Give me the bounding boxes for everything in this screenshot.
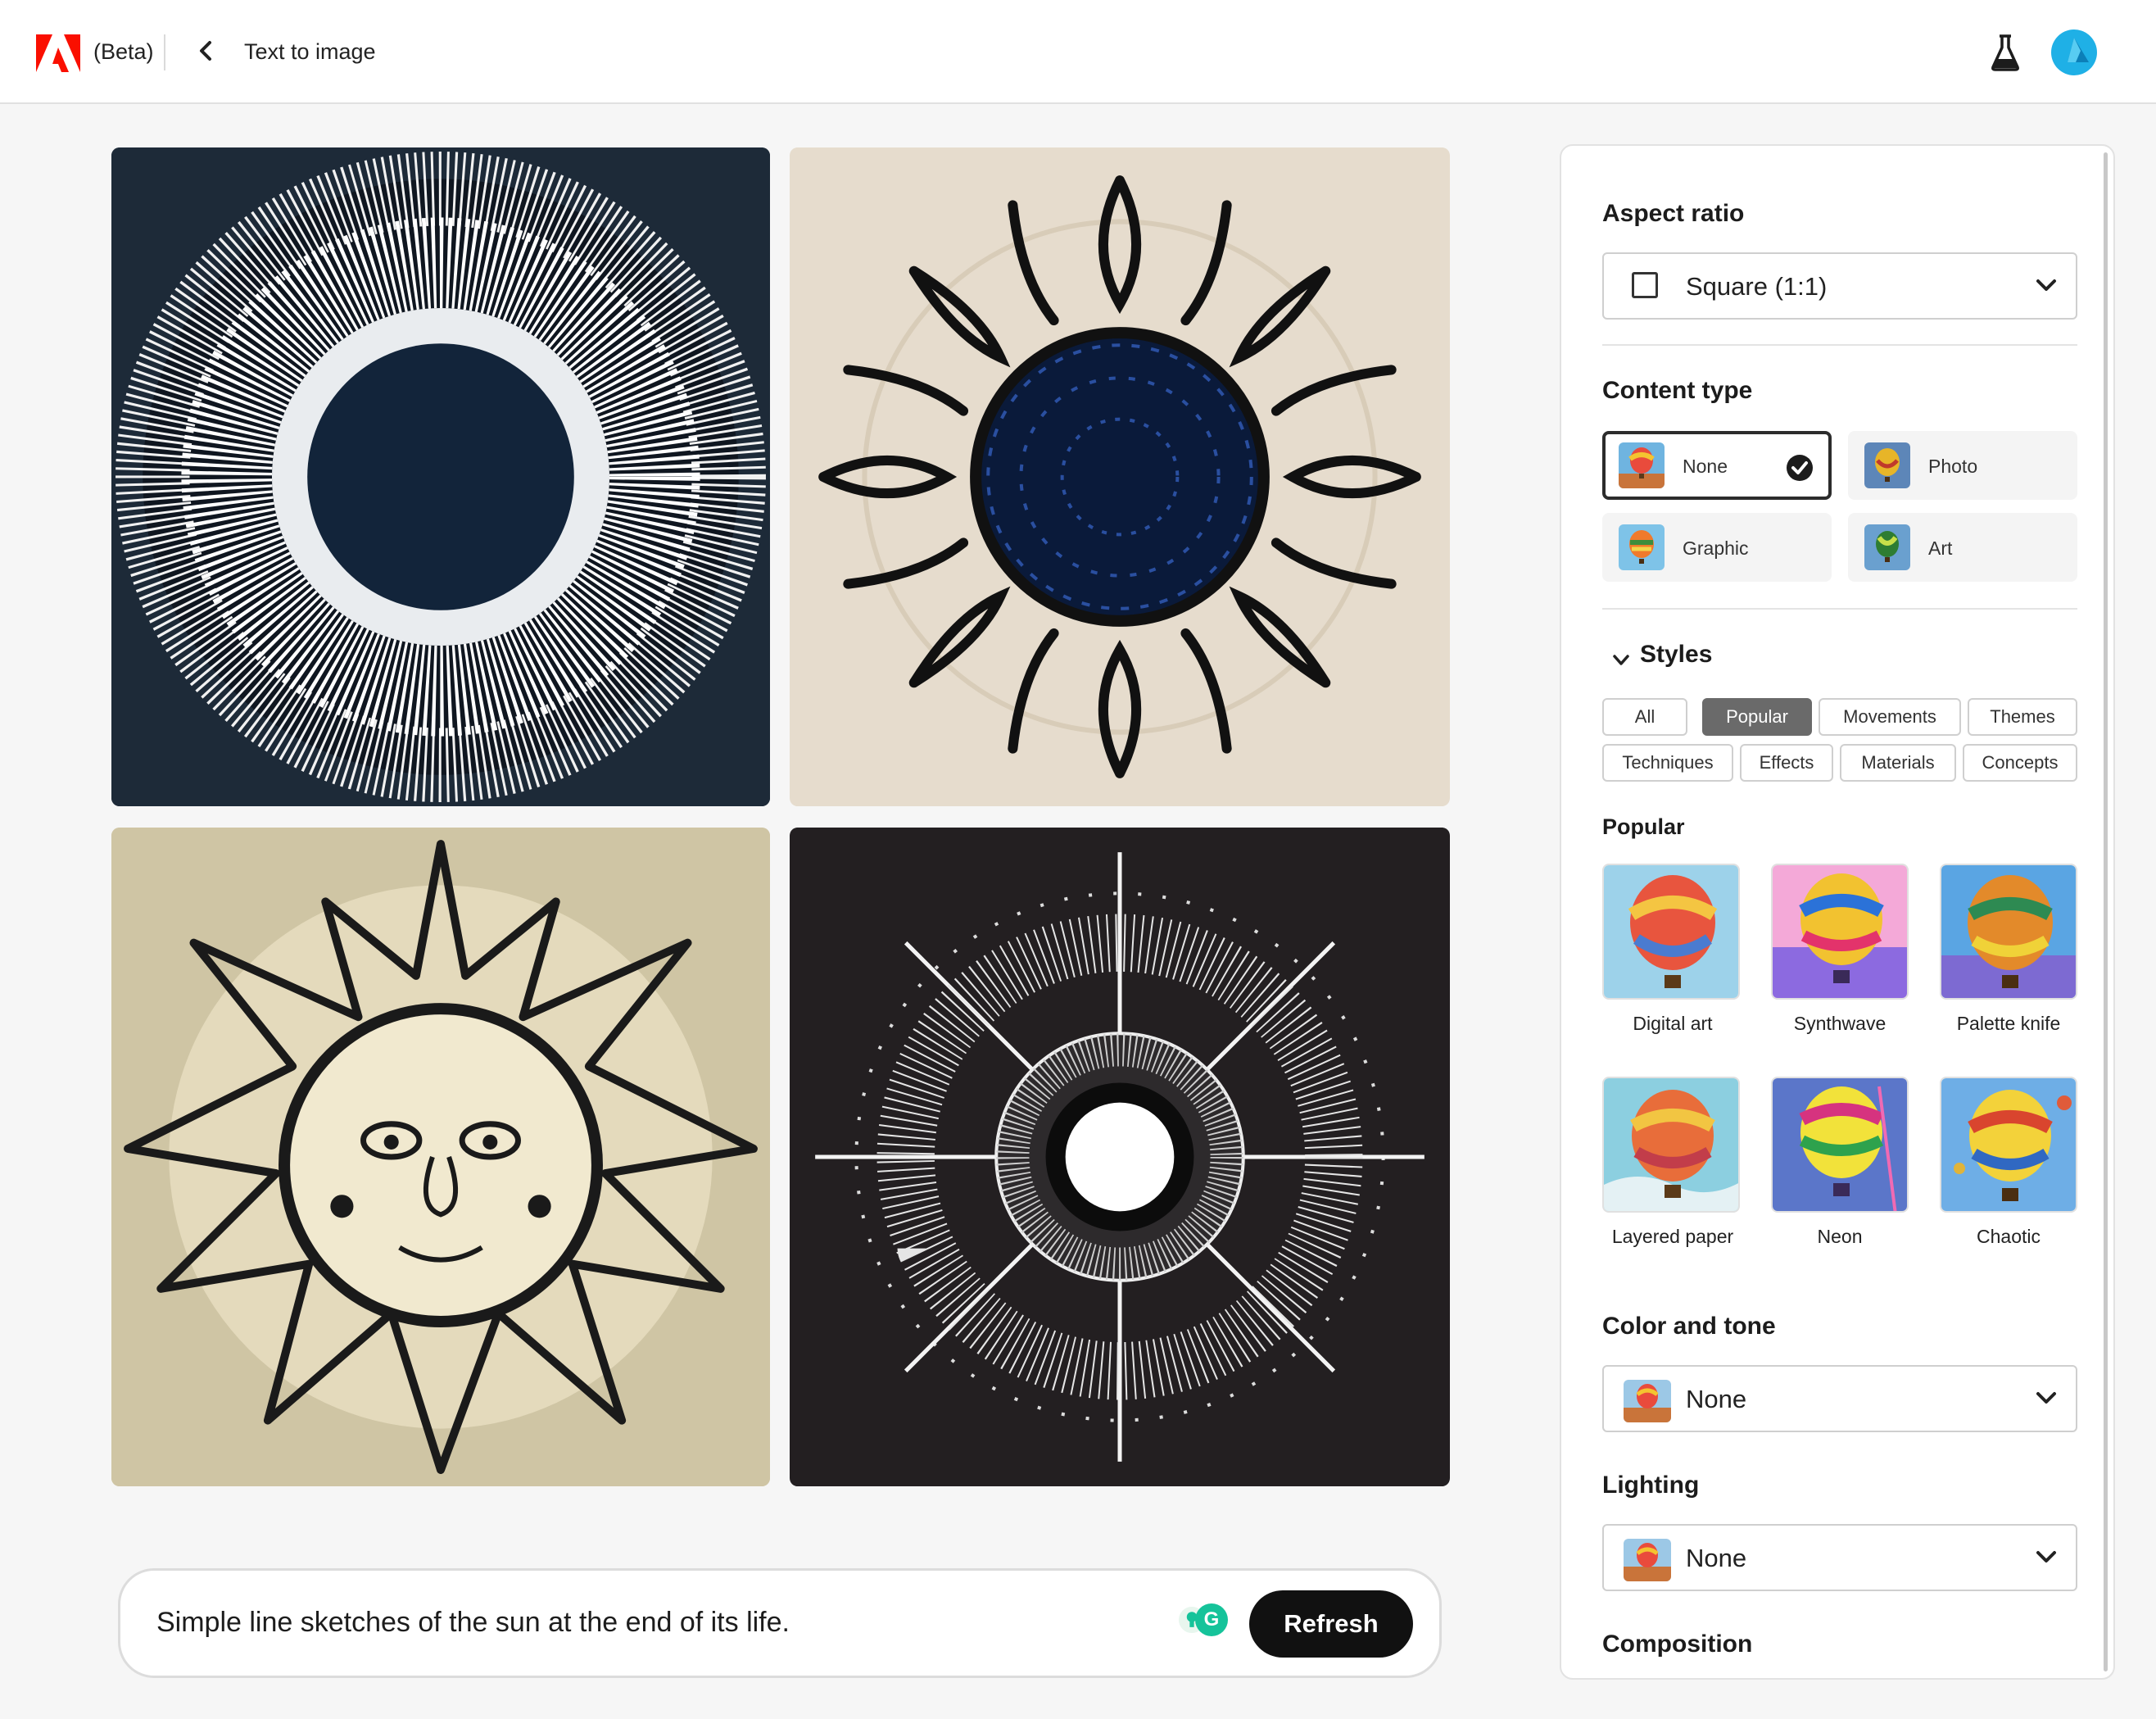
chevron-down-icon bbox=[2036, 1551, 2056, 1563]
balloon-thumb bbox=[1619, 442, 1665, 488]
content-type-label: Graphic bbox=[1683, 537, 1749, 559]
generated-image-3[interactable] bbox=[111, 828, 770, 1486]
settings-panel: Aspect ratio Square (1:1) Content type N… bbox=[1560, 144, 2115, 1680]
aspect-ratio-heading: Aspect ratio bbox=[1602, 200, 1745, 227]
filter-movements[interactable]: Movements bbox=[1819, 698, 1961, 736]
sun-ring-sketch bbox=[111, 147, 770, 806]
style-label: Palette knife bbox=[1956, 1013, 2061, 1034]
sun-white-line-sketch bbox=[790, 828, 1449, 1486]
aspect-ratio-dropdown[interactable]: Square (1:1) bbox=[1602, 252, 2077, 320]
panel-scrollbar[interactable] bbox=[2104, 152, 2108, 1671]
generated-image-2[interactable] bbox=[790, 147, 1450, 806]
filter-concepts[interactable]: Concepts bbox=[1963, 744, 2077, 782]
style-label: Layered paper bbox=[1611, 1226, 1734, 1247]
styles-heading[interactable]: Styles bbox=[1640, 641, 1712, 669]
grammarly-icon[interactable]: G bbox=[1195, 1603, 1228, 1636]
content-type-art[interactable]: Art bbox=[1848, 513, 2077, 582]
style-layered-paper[interactable] bbox=[1602, 1077, 1740, 1213]
style-palette-knife[interactable] bbox=[1940, 864, 2077, 1000]
content-type-label: None bbox=[1683, 456, 1728, 477]
content-type-heading: Content type bbox=[1602, 377, 1753, 404]
checkmark-icon bbox=[1787, 455, 1813, 481]
composition-heading: Composition bbox=[1602, 1631, 1753, 1658]
style-synthwave[interactable] bbox=[1771, 864, 1909, 1000]
balloon-thumb bbox=[1624, 1380, 1671, 1422]
back-chevron-icon[interactable] bbox=[195, 36, 215, 66]
content-type-label: Photo bbox=[1928, 456, 1978, 477]
content-type-label: Art bbox=[1928, 537, 1953, 559]
sun-flame-sketch bbox=[790, 147, 1449, 806]
filter-materials[interactable]: Materials bbox=[1840, 744, 1956, 782]
balloon-thumb bbox=[1864, 442, 1910, 488]
filter-themes[interactable]: Themes bbox=[1968, 698, 2077, 736]
color-tone-heading: Color and tone bbox=[1602, 1313, 1776, 1340]
square-ratio-icon bbox=[1632, 272, 1658, 298]
top-bar: (Beta) Text to image bbox=[0, 0, 2156, 104]
beta-label: (Beta) bbox=[93, 39, 154, 64]
divider bbox=[1602, 608, 2077, 610]
style-label: Digital art bbox=[1633, 1013, 1713, 1034]
aspect-ratio-value: Square (1:1) bbox=[1686, 272, 1828, 301]
popular-heading: Popular bbox=[1602, 814, 1685, 839]
chevron-down-icon bbox=[2036, 1392, 2056, 1404]
sun-face-sketch bbox=[111, 828, 770, 1486]
refresh-button[interactable]: Refresh bbox=[1249, 1590, 1413, 1658]
balloon-thumb bbox=[1624, 1539, 1671, 1581]
prompt-bar: Simple line sketches of the sun at the e… bbox=[118, 1568, 1442, 1678]
generated-image-4[interactable] bbox=[790, 828, 1450, 1486]
style-label: Chaotic bbox=[1977, 1226, 2040, 1247]
lighting-value: None bbox=[1686, 1544, 1747, 1572]
adobe-logo[interactable] bbox=[36, 34, 80, 72]
style-neon[interactable] bbox=[1771, 1077, 1909, 1213]
filter-effects[interactable]: Effects bbox=[1740, 744, 1833, 782]
content-type-graphic[interactable]: Graphic bbox=[1602, 513, 1832, 582]
filter-popular[interactable]: Popular bbox=[1702, 698, 1812, 736]
style-digital-art[interactable] bbox=[1602, 864, 1740, 1000]
balloon-thumb bbox=[1619, 524, 1665, 570]
breadcrumb-title: Text to image bbox=[244, 39, 376, 64]
filter-techniques[interactable]: Techniques bbox=[1602, 744, 1733, 782]
lighting-heading: Lighting bbox=[1602, 1472, 1700, 1499]
header-divider bbox=[164, 34, 165, 70]
content-type-photo[interactable]: Photo bbox=[1848, 431, 2077, 500]
flask-icon[interactable] bbox=[1991, 33, 2020, 72]
color-tone-dropdown[interactable]: None bbox=[1602, 1365, 2077, 1432]
avatar[interactable] bbox=[2051, 29, 2097, 75]
filter-all[interactable]: All bbox=[1602, 698, 1687, 736]
chevron-down-icon bbox=[2036, 279, 2056, 291]
style-label: Neon bbox=[1817, 1226, 1863, 1247]
style-label: Synthwave bbox=[1793, 1013, 1886, 1034]
chevron-down-icon[interactable] bbox=[1612, 654, 1630, 667]
prompt-input[interactable]: Simple line sketches of the sun at the e… bbox=[156, 1607, 790, 1639]
lighting-dropdown[interactable]: None bbox=[1602, 1524, 2077, 1591]
divider bbox=[1602, 344, 2077, 346]
content-type-none[interactable]: None bbox=[1602, 431, 1832, 500]
balloon-thumb bbox=[1864, 524, 1910, 570]
style-chaotic[interactable] bbox=[1940, 1077, 2077, 1213]
color-tone-value: None bbox=[1686, 1385, 1747, 1413]
generated-image-1[interactable] bbox=[111, 147, 770, 806]
